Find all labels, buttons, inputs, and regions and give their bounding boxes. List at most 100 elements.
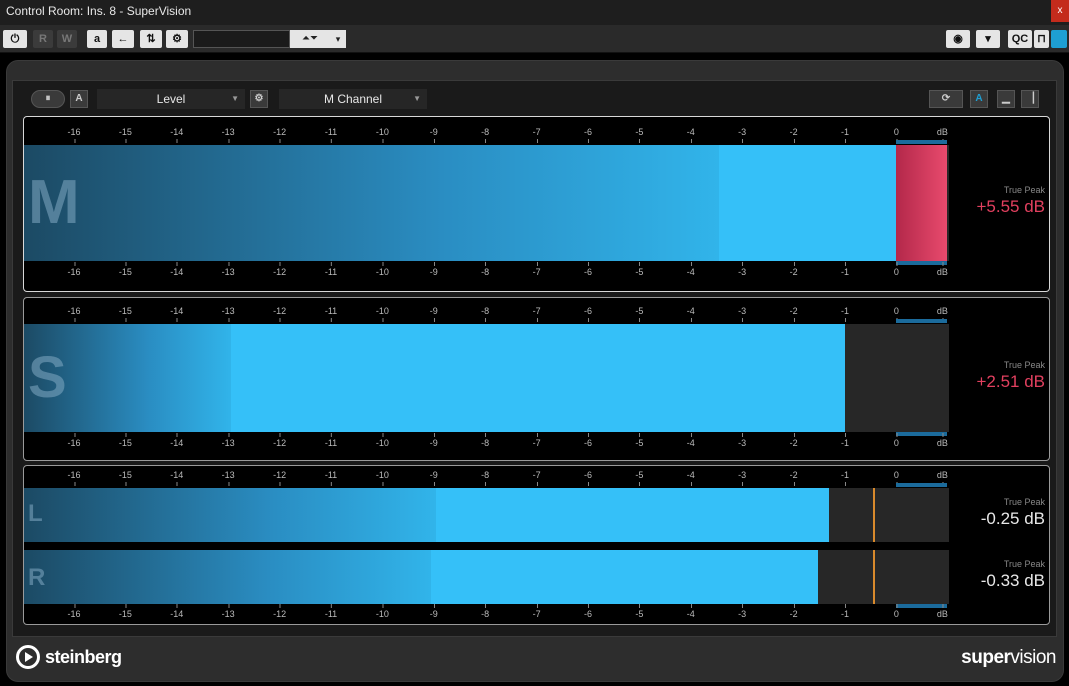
scale-tick-label: -8: [481, 433, 490, 448]
scale-tick-label: -16: [67, 127, 81, 143]
qc-button[interactable]: QC: [1008, 30, 1032, 48]
lock-button[interactable]: ⊓: [1034, 30, 1049, 48]
scale-tick-label: -1: [840, 604, 850, 619]
scale-tick-label: -10: [375, 306, 389, 322]
meter-level-fill: [24, 550, 432, 604]
scale-tick-label: -14: [170, 433, 184, 448]
scale-tick-label: -4: [686, 470, 695, 486]
reset-button[interactable]: ⟳: [929, 90, 963, 108]
scale-tick-label: -9: [429, 604, 438, 619]
scale-tick-label: -6: [583, 262, 593, 277]
scale-tick-label: 0: [893, 433, 899, 448]
supervision-panel: ⏸ A Level ▼ ⚙ M Channel ▼ ⟳ A ▁ ▕ -16 -15…: [12, 80, 1057, 637]
scale-tick-label: -5: [635, 470, 644, 486]
scale-tick-label: -4: [686, 127, 695, 143]
write-automation-button[interactable]: W: [57, 30, 77, 48]
scale-tick-label: -12: [273, 433, 287, 448]
sidechain-button[interactable]: ⇅: [140, 30, 162, 48]
module-dropdown[interactable]: Level ▼: [97, 89, 245, 109]
scale-tick-label: dB: [936, 433, 948, 448]
layout-bottom-button[interactable]: ▁: [997, 90, 1015, 108]
scale-tick-label: -7: [532, 127, 541, 143]
scale-tick-label: -2: [789, 306, 798, 322]
brand-name: steinberg: [45, 647, 122, 667]
sidechain-icon: ⇅: [146, 33, 156, 45]
scale-tick-label: -6: [583, 306, 593, 322]
db-scale: -16 -15 -14 -13 -12 -11 -10 -9 -8 -7 -6 -5 -4 -3 -2 -1 0…: [24, 262, 949, 279]
true-peak-readout: True Peak -0.25 dB: [981, 497, 1045, 529]
preset-field[interactable]: [193, 30, 290, 48]
scale-tick-label: -6: [583, 604, 593, 619]
scale-tick-label: -5: [635, 306, 644, 322]
scale-tick-label: -13: [221, 262, 235, 277]
true-peak-marker: [873, 488, 876, 542]
scale-tick-label: dB: [936, 306, 948, 322]
snapshot-button[interactable]: ◉: [946, 30, 970, 48]
preset-dropdown-button[interactable]: ▾: [330, 30, 346, 48]
channel-label-l: L: [28, 500, 43, 527]
window-title: Control Room: Ins. 8 - SuperVision: [6, 4, 192, 18]
pause-icon: ⏸: [45, 93, 51, 104]
close-button[interactable]: x: [1051, 0, 1069, 22]
read-automation-button[interactable]: R: [33, 30, 53, 48]
scale-tick-label: -2: [789, 127, 798, 143]
scale-tick-label: -7: [532, 433, 541, 448]
scale-tick-label: -2: [789, 433, 798, 448]
ab-compare-button[interactable]: A: [70, 90, 88, 108]
scale-tick-label: -14: [170, 127, 184, 143]
pause-button[interactable]: ⏸: [31, 90, 65, 108]
meter-panel-mid: -16 -15 -14 -13 -12 -11 -10 -9 -8 -7 -6 -5 -4 -3 -2 -1 0…: [23, 116, 1050, 292]
db-scale: -16 -15 -14 -13 -12 -11 -10 -9 -8 -7 -6 -5 -4 -3 -2 -1 0…: [24, 470, 949, 486]
zero-db-marker: [896, 432, 947, 436]
scale-tick-label: -12: [273, 470, 287, 486]
window-mode-button[interactable]: [1051, 30, 1067, 48]
scale-tick-label: -12: [273, 262, 287, 277]
scale-tick-label: -3: [738, 604, 747, 619]
arrow-left-button[interactable]: ←: [112, 30, 134, 48]
scale-tick-label: dB: [936, 127, 948, 143]
auto-button[interactable]: a: [87, 30, 107, 48]
settings-button[interactable]: ⚙: [166, 30, 188, 48]
scale-tick-label: -1: [840, 262, 850, 277]
scale-tick-label: -10: [375, 470, 389, 486]
title-bar: Control Room: Ins. 8 - SuperVision x: [0, 0, 1069, 25]
scale-tick-label: -9: [429, 262, 438, 277]
meter-bar-s: S: [24, 324, 949, 432]
layout-right-button[interactable]: ▕: [1021, 90, 1039, 108]
product-name-rest: vision: [1010, 647, 1056, 668]
preset-prev-next-button[interactable]: ⏶⏷: [290, 30, 330, 48]
scale-tick-label: -15: [118, 306, 132, 322]
scale-tick-label: -11: [324, 433, 338, 448]
power-button[interactable]: ⏻: [3, 30, 27, 48]
channel-dropdown[interactable]: M Channel ▼: [279, 89, 427, 109]
layout-right-icon: ▕: [1026, 93, 1034, 104]
scale-tick-label: -6: [583, 470, 593, 486]
scale-tick-label: -8: [481, 604, 490, 619]
scale-tick-label: -8: [481, 262, 490, 277]
ab-select-button[interactable]: A: [970, 90, 988, 108]
scale-tick-label: -8: [481, 127, 490, 143]
true-peak-marker: [873, 550, 876, 604]
plugin-toolbar: ⏻ R W a ← ⇅ ⚙ ⏶⏷ ▾ ◉ ▾ QC ⊓: [0, 25, 1069, 53]
db-scale: -16 -15 -14 -13 -12 -11 -10 -9 -8 -7 -6 -5 -4 -3 -2 -1 0…: [24, 127, 949, 143]
refresh-icon: ⟳: [941, 93, 951, 104]
scale-tick-label: -10: [375, 604, 389, 619]
scale-tick-label: -1: [840, 433, 850, 448]
module-settings-button[interactable]: ⚙: [250, 90, 268, 108]
scale-tick-label: -11: [324, 306, 338, 322]
db-scale: -16 -15 -14 -13 -12 -11 -10 -9 -8 -7 -6 -5 -4 -3 -2 -1 0…: [24, 604, 949, 621]
readout-label: True Peak: [1003, 497, 1045, 507]
scale-tick-label: -4: [686, 306, 695, 322]
scale-tick-label: -15: [118, 604, 132, 619]
readout-value: -0.33 dB: [980, 571, 1045, 590]
true-peak-readout: True Peak -0.33 dB: [981, 559, 1045, 591]
options-dropdown-button[interactable]: ▾: [976, 30, 1000, 48]
scale-tick-label: -3: [738, 127, 747, 143]
scale-tick-label: dB: [936, 604, 948, 619]
scale-tick-label: -10: [375, 433, 389, 448]
scale-tick-label: -2: [789, 470, 798, 486]
scale-tick-label: -11: [324, 262, 338, 277]
scale-tick-label: -11: [324, 604, 338, 619]
scale-tick-label: -13: [221, 306, 235, 322]
scale-tick-label: -8: [481, 306, 490, 322]
